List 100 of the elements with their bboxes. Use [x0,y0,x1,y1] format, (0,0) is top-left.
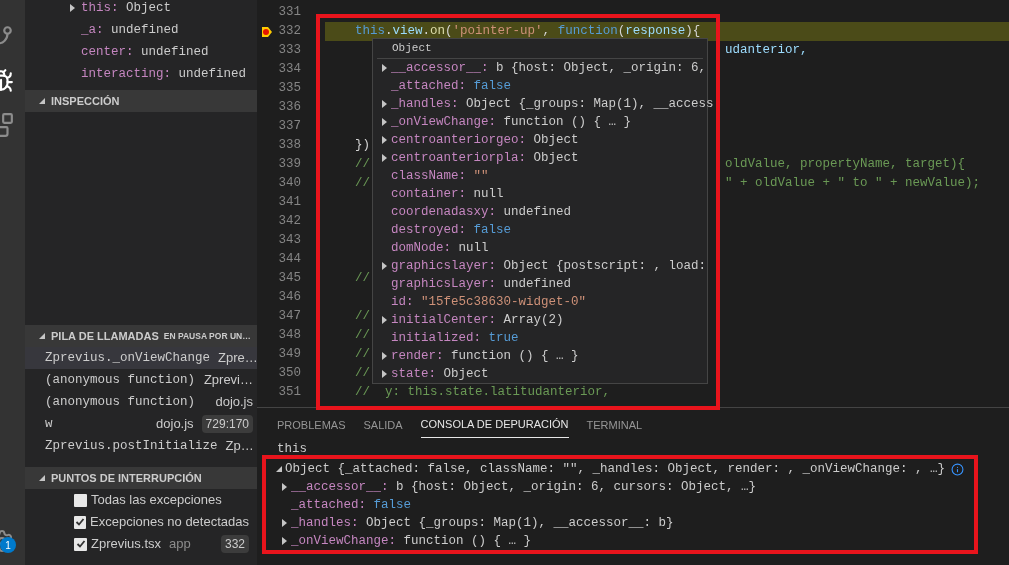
line-number: 333 [278,42,301,60]
property-text: initialCenter: Array(2) [391,311,564,329]
info-icon[interactable] [951,462,965,476]
stack-frame[interactable]: (anonymous function) Zprevi… [25,369,257,391]
console-input-text: this [277,442,307,456]
expand-arrow-icon[interactable] [380,64,388,72]
hover-title: Object [391,41,432,57]
breakpoint-label: Todas las excepciones [91,491,222,510]
line-number: 331 [278,4,301,22]
code-text: }) [355,137,370,155]
code-text: this.view.on('pointer-up', function(response){ [355,23,701,41]
code-text: // [355,308,370,326]
property-text: graphicslayer: Object {postscript: , load: [391,257,707,275]
property-text: __accessor__: b {host: Object, _origin: 6, [391,59,707,77]
console-result: Object {_attached: false, className: "", _handles: Object, render: , _onViewChange: , …} [285,460,946,478]
expand-arrow-icon[interactable] [380,136,388,144]
notification-count: 1 [0,537,16,553]
property-text: graphicsLayer: undefined [391,275,572,293]
line-number: 348 [278,327,301,345]
line-number: 345 [278,270,301,288]
expand-arrow-icon[interactable] [380,154,388,162]
collapse-arrow-icon[interactable] [39,97,46,105]
line-number: 343 [278,232,301,250]
property-text: container: null [391,185,504,203]
property-text: __accessor__: b {host: Object, _origin: 6, cursors: Object, …} [291,478,757,496]
stack-frame[interactable]: (anonymous function) dojo.js [25,391,257,413]
line-number: 349 [278,346,301,364]
property-text: _attached: false [291,496,412,514]
breakpoint-folder: app [169,535,191,554]
stack-frame[interactable]: Zprevius.postInitialize Zp… [25,435,257,457]
code-text: // [355,156,370,174]
code-text: // y: this.state.latitudanterior, [355,384,611,402]
property-text: state: Object [391,365,489,383]
expand-arrow-icon[interactable] [380,118,388,126]
expand-arrow-icon[interactable] [380,370,388,378]
expand-arrow-icon[interactable] [380,100,388,108]
expand-arrow-icon[interactable] [280,537,288,545]
panel-tab[interactable]: CONSOLA DE DEPURACIÓN [420,412,569,438]
paused-status: EN PAUSA POR UN… [163,329,252,343]
line-number: 347 [278,308,301,326]
line-number: 350 [278,365,301,383]
variable-text: center: undefined [81,43,209,61]
property-text: render: function () { … } [391,347,579,365]
collapse-arrow-icon[interactable] [39,474,46,482]
property-text: destroyed: false [391,221,512,239]
property-text: _attached: false [391,77,512,95]
panel-tab[interactable]: SALIDA [363,412,403,438]
property-text: domNode: null [391,239,489,257]
variable-text: this: Object [81,0,172,17]
line-number: 338 [278,137,301,155]
code-text: udanterior, [725,42,808,60]
checkbox[interactable] [74,515,86,529]
collapse-arrow-icon[interactable] [276,465,283,473]
breakpoint-label: Zprevius.tsx [91,535,162,554]
code-text: // [355,175,370,193]
line-number: 341 [278,194,301,212]
code-text: // [355,365,370,383]
expand-arrow-icon[interactable] [380,316,388,324]
collapse-arrow-icon[interactable] [39,332,46,340]
property-text: className: "" [391,167,489,185]
expand-arrow-icon[interactable] [380,262,388,270]
expand-arrow-icon[interactable] [280,483,288,491]
code-text: // [355,270,370,288]
property-text: coordenadasxy: undefined [391,203,572,221]
line-number: 339 [278,156,301,174]
breakpoint-icon[interactable] [261,25,273,38]
line-number: 336 [278,99,301,117]
stack-frame[interactable]: w dojo.js 729:170 [25,413,257,435]
panel-tab[interactable]: TERMINAL [586,412,643,438]
code-text: // [355,327,370,345]
line-number: 337 [278,118,301,136]
code-text: " + oldValue + " to " + newValue); [725,175,981,193]
line-number: 344 [278,251,301,269]
breakpoint-label: Excepciones no detectadas [90,513,249,532]
property-text: _onViewChange: function () { … } [391,113,632,131]
code-text: // [355,346,370,364]
section-title[interactable]: PILA DE LLAMADAS [51,327,159,345]
line-number: 340 [278,175,301,193]
stack-frame[interactable]: Zprevius._onViewChange Zpre… [25,347,257,369]
code-text: oldValue, propertyName, target){ [725,156,966,174]
checkbox[interactable] [74,537,87,551]
expand-arrow-icon[interactable] [280,519,288,527]
panel-tab[interactable]: PROBLEMAS [277,412,346,438]
line-number: 342 [278,213,301,231]
property-text: initialized: true [391,329,519,347]
line-number: 334 [278,61,301,79]
property-text: centroanteriorpla: Object [391,149,579,167]
property-text: _onViewChange: function () { … } [291,532,532,550]
line-number-badge: 332 [220,535,249,553]
variable-text: interacting: undefined [81,65,247,83]
property-text: id: "15fe5c38630-widget-0" [391,293,587,311]
line-number: 346 [278,289,301,307]
property-text: _handles: Object {_groups: Map(1), __accessor__: b} [291,514,674,532]
variable-text: _a: undefined [81,21,179,39]
property-text: centroanteriorgeo: Object [391,131,579,149]
line-number: 351 [278,384,301,402]
expand-arrow-icon[interactable] [68,4,76,12]
line-number: 332 [278,23,301,41]
expand-arrow-icon[interactable] [380,352,388,360]
checkbox[interactable] [74,493,87,507]
